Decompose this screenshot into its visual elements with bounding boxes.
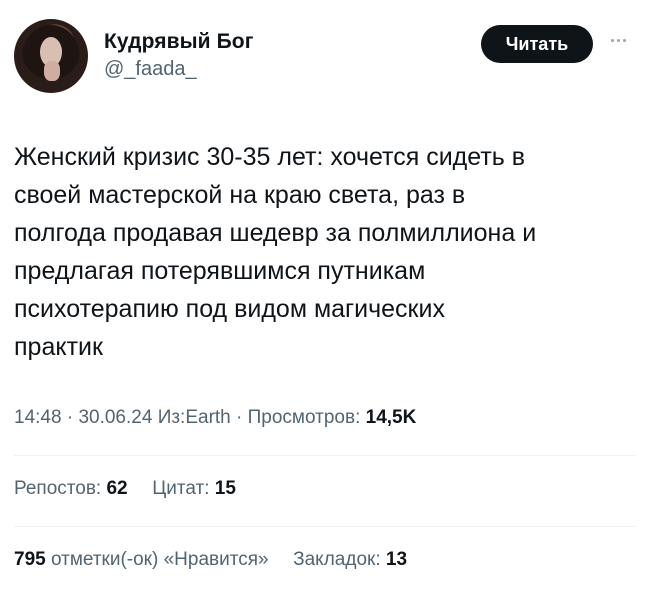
likes-count: 795 — [14, 549, 46, 570]
repost-quote-stats: Репостов: 62 Цитат: 15 — [14, 478, 236, 500]
follow-button[interactable]: Читать — [481, 25, 593, 63]
bookmarks-count: 13 — [385, 549, 408, 570]
meta-separator: · — [66, 407, 74, 428]
avatar[interactable] — [14, 19, 88, 93]
divider — [14, 526, 636, 527]
quotes-link[interactable]: Цитат: 15 — [152, 478, 236, 499]
likes-label: отметки(-ок) «Нравится» — [50, 549, 269, 570]
quotes-count: 15 — [214, 478, 236, 499]
dot — [610, 38, 614, 42]
dot — [616, 38, 620, 42]
bookmarks-label: Закладок: — [293, 549, 381, 570]
likes-bookmarks-stats: 795 отметки(-ок) «Нравится» Закладок: 13 — [14, 549, 407, 571]
avatar-hand — [44, 61, 60, 81]
dot — [622, 38, 626, 42]
tweet-date[interactable]: 30.06.24 — [78, 407, 152, 428]
tweet-line: полгода продавая шедевр за полмиллиона и — [14, 219, 537, 247]
tweet-time[interactable]: 14:48 — [14, 407, 62, 428]
tweet-line: предлагая потерявшимся путникам — [14, 257, 426, 285]
author-handle[interactable]: @_faada_ — [104, 58, 197, 81]
views-count: 14,5K — [365, 407, 417, 428]
divider — [14, 455, 636, 456]
tweet-line: психотерапию под видом магических — [14, 295, 445, 323]
quotes-label: Цитат: — [152, 478, 210, 499]
tweet-line: практик — [14, 333, 103, 361]
more-dots-icon[interactable] — [605, 30, 631, 50]
views-label: Просмотров: — [247, 407, 361, 428]
reposts-link[interactable]: Репостов: 62 — [14, 478, 133, 499]
author-name[interactable]: Кудрявый Бог — [104, 30, 254, 54]
tweet-source: Из:Earth — [157, 407, 231, 428]
tweet-line: своей мастерской на краю света, раз в — [14, 181, 466, 209]
tweet-meta: 14:48 · 30.06.24 Из:Earth · Просмотров: … — [14, 407, 416, 429]
reposts-label: Репостов: — [14, 478, 102, 499]
meta-separator: · — [236, 407, 243, 428]
bookmarks-link[interactable]: Закладок: 13 — [293, 549, 407, 570]
tweet-line: Женский кризис 30-35 лет: хочется сидеть… — [14, 143, 526, 171]
reposts-count: 62 — [106, 478, 128, 499]
tweet-text: Женский кризис 30-35 лет: хочется сидеть… — [14, 138, 624, 366]
likes-link[interactable]: 795 отметки(-ок) «Нравится» — [14, 549, 274, 570]
